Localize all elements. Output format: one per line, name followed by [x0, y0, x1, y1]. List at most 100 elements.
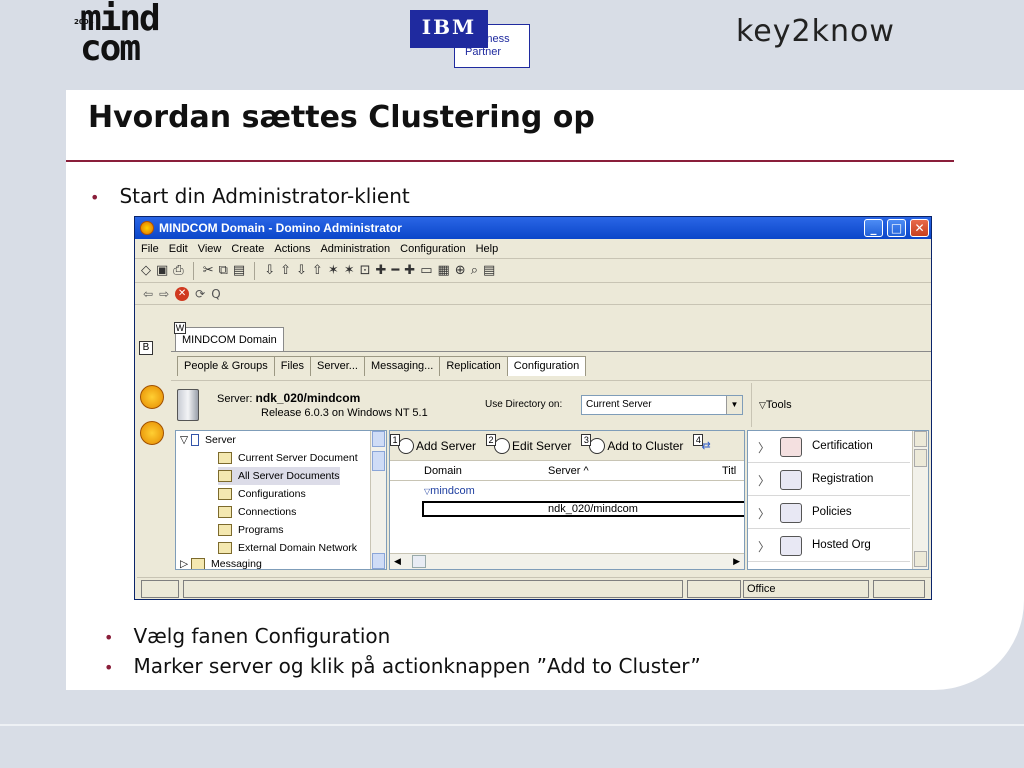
- bullet-start-client: • Start din Administrator-klient: [90, 184, 410, 208]
- table-row-selected[interactable]: ndk_020/mindcom: [422, 501, 744, 517]
- tree-expand-icon[interactable]: ▽: [180, 434, 191, 446]
- tab-people-groups[interactable]: People & Groups: [177, 356, 275, 376]
- scroll-down-button[interactable]: [372, 553, 385, 569]
- column-title[interactable]: Titl: [722, 461, 736, 481]
- toolbar-separator: [192, 261, 194, 280]
- star-up-icon[interactable]: ✶: [344, 263, 355, 278]
- favorites-icon[interactable]: [140, 385, 164, 409]
- menu-view[interactable]: View: [198, 243, 222, 255]
- collapse-icon[interactable]: ━: [391, 263, 399, 278]
- location-selector[interactable]: Office: [743, 580, 869, 598]
- scroll-right-icon[interactable]: ▶: [733, 556, 740, 567]
- add-server-button[interactable]: 1 Add Server: [390, 433, 476, 454]
- menu-actions[interactable]: Actions: [274, 243, 310, 255]
- menu-file[interactable]: File: [141, 243, 159, 255]
- search-bar-icon[interactable]: Q: [211, 287, 220, 301]
- menu-administration[interactable]: Administration: [320, 243, 390, 255]
- add-to-cluster-button[interactable]: 3 Add to Cluster: [581, 433, 683, 454]
- tab-configuration[interactable]: Configuration: [506, 356, 587, 376]
- tab-messaging[interactable]: Messaging...: [363, 356, 441, 376]
- tree-item[interactable]: Connections: [218, 503, 296, 521]
- tool-hosted-org[interactable]: 〉 Hosted Org: [748, 530, 910, 562]
- security-key-icon[interactable]: [687, 580, 741, 598]
- tab-mindcom-domain[interactable]: W MINDCOM Domain: [174, 322, 284, 351]
- scroll-thumb[interactable]: [412, 555, 426, 568]
- print-icon[interactable]: ⎙: [173, 263, 183, 278]
- save-icon[interactable]: ▣: [156, 263, 168, 278]
- stop-icon[interactable]: ✕: [175, 286, 190, 301]
- status-indicator[interactable]: [141, 580, 179, 598]
- key2know-logo: key2know: [736, 14, 895, 49]
- server-icon: [177, 389, 199, 421]
- tool-certification[interactable]: 〉 Certification: [748, 431, 910, 463]
- databases-icon[interactable]: [140, 421, 164, 445]
- find-icon[interactable]: ⊕: [455, 263, 466, 278]
- tab-replication[interactable]: Replication: [439, 356, 508, 376]
- arrow-up-icon[interactable]: ⇧: [312, 263, 323, 278]
- paste-icon[interactable]: ▤: [233, 263, 245, 278]
- tree-scrollbar[interactable]: [370, 431, 386, 569]
- menu-create[interactable]: Create: [231, 243, 264, 255]
- copy-icon[interactable]: ⧉: [219, 263, 228, 278]
- tab-files[interactable]: Files: [273, 356, 312, 376]
- properties-icon[interactable]: ▤: [483, 263, 495, 278]
- view-hscrollbar[interactable]: ◀ ▶: [390, 553, 744, 569]
- chevron-down-icon: ▽: [759, 400, 766, 410]
- directory-select[interactable]: Current Server ▼: [581, 395, 743, 415]
- scroll-left-icon[interactable]: ◀: [394, 556, 401, 567]
- close-button[interactable]: ✕: [910, 219, 929, 237]
- tools-scrollbar[interactable]: [912, 431, 928, 569]
- inbox-icon[interactable]: [873, 580, 925, 598]
- chevron-down-icon[interactable]: ▼: [726, 396, 742, 414]
- scroll-thumb[interactable]: [914, 449, 927, 467]
- tool-registration[interactable]: 〉 Registration: [748, 464, 910, 496]
- tools-toggle[interactable]: ▽Tools: [759, 399, 792, 411]
- tree-label: All Server Documents: [238, 470, 340, 482]
- minimize-button[interactable]: _: [864, 219, 883, 237]
- move-down-icon[interactable]: ⇩: [264, 263, 275, 278]
- refresh-icon[interactable]: ⊡: [360, 263, 371, 278]
- bullet-dot: •: [90, 188, 100, 207]
- tab-server[interactable]: Server...: [310, 356, 365, 376]
- tree-item-server[interactable]: ▽ Server: [180, 431, 236, 449]
- action-icon: [494, 437, 511, 454]
- tree-item[interactable]: Programs: [218, 521, 284, 539]
- expand-all-icon[interactable]: ✚: [404, 263, 415, 278]
- maximize-button[interactable]: □: [887, 219, 906, 237]
- arrow-down-icon[interactable]: ⇩: [296, 263, 307, 278]
- category-row[interactable]: ▽mindcom: [424, 485, 475, 497]
- column-domain[interactable]: Domain: [424, 461, 462, 481]
- bookmark-icon[interactable]: ▦: [437, 263, 449, 278]
- back-icon[interactable]: ⇦: [143, 287, 153, 301]
- edit-server-button[interactable]: 2 Edit Server: [486, 433, 571, 454]
- tool-policies[interactable]: 〉 Policies: [748, 497, 910, 529]
- search-icon[interactable]: ⌕: [471, 263, 478, 278]
- menu-help[interactable]: Help: [476, 243, 499, 255]
- forward-icon[interactable]: ⇨: [159, 287, 169, 301]
- scroll-up-button[interactable]: [914, 431, 927, 447]
- tree-item-selected[interactable]: All Server Documents: [218, 467, 340, 485]
- column-server[interactable]: Server ^: [548, 461, 589, 481]
- menu-configuration[interactable]: Configuration: [400, 243, 465, 255]
- cut-icon[interactable]: ✂: [203, 263, 214, 278]
- scroll-down-button[interactable]: [914, 551, 927, 567]
- collapse-all-icon[interactable]: ▭: [420, 263, 432, 278]
- tree-expand-icon[interactable]: ▷: [180, 558, 191, 569]
- expand-icon[interactable]: ✚: [376, 263, 387, 278]
- star-down-icon[interactable]: ✶: [328, 263, 339, 278]
- tree-item[interactable]: Current Server Document: [218, 449, 358, 467]
- tree-item[interactable]: Configurations: [218, 485, 306, 503]
- tree-item-messaging[interactable]: ▷ Messaging: [180, 555, 262, 569]
- window-titlebar[interactable]: MINDCOM Domain - Domino Administrator _ …: [135, 217, 931, 239]
- new-icon[interactable]: ◇: [141, 263, 151, 278]
- registration-icon: [780, 470, 802, 490]
- policies-icon: [780, 503, 802, 523]
- action-4-button[interactable]: 4 ⇄: [693, 433, 711, 452]
- status-message[interactable]: [183, 580, 683, 598]
- bookmark-badge[interactable]: B: [139, 341, 153, 355]
- menu-edit[interactable]: Edit: [169, 243, 188, 255]
- scroll-thumb[interactable]: [372, 451, 385, 471]
- scroll-up-button[interactable]: [372, 431, 385, 447]
- refresh-page-icon[interactable]: ⟳: [195, 287, 205, 301]
- move-up-icon[interactable]: ⇧: [280, 263, 291, 278]
